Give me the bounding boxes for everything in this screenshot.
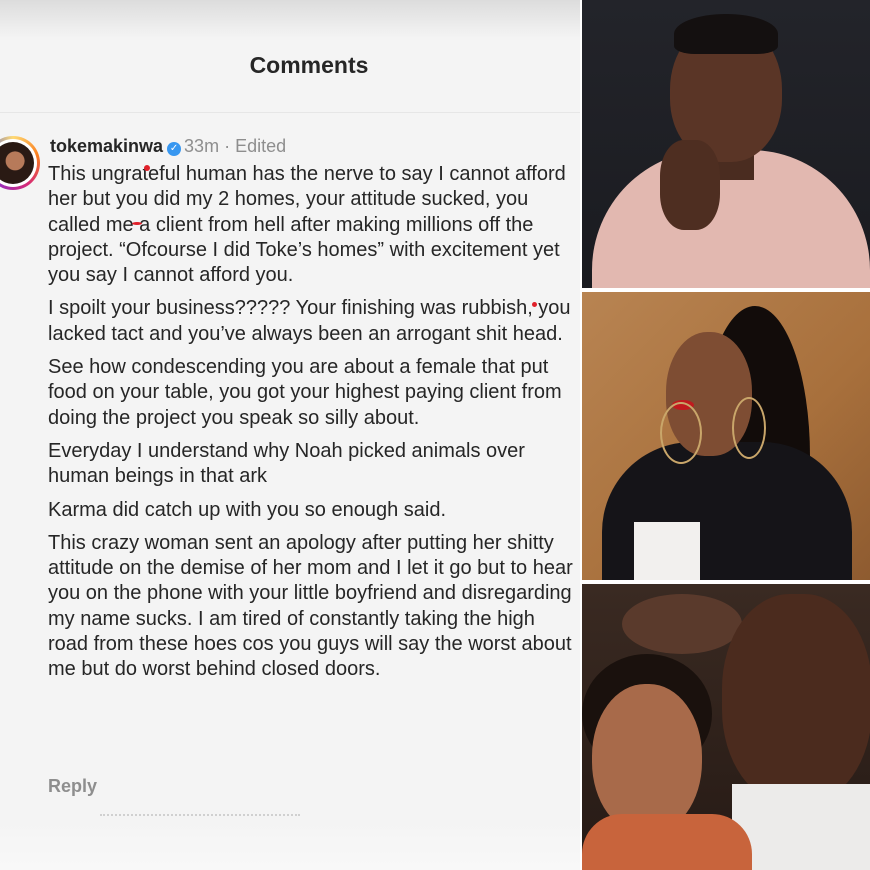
photo-woman-face xyxy=(592,684,702,834)
comment-paragraph: Everyday I understand why Noah picked an… xyxy=(48,439,525,488)
comment-paragraph: See how condescending you are about a fe… xyxy=(48,356,562,429)
username-link[interactable]: tokemakinwa xyxy=(50,136,163,156)
reply-button[interactable]: Reply xyxy=(48,776,97,797)
photo-hair xyxy=(674,14,778,54)
photo-woman-black-blazer xyxy=(582,292,870,580)
photo-man-shirt xyxy=(732,784,870,870)
comment-paragraph: I spoilt your business????? Your finishi… xyxy=(48,297,571,345)
comment-paragraph: This ungrateful human has the nerve to s… xyxy=(48,163,566,287)
red-annotation-mark xyxy=(532,302,537,307)
photo-man-head xyxy=(722,594,870,804)
photo-background-lamp xyxy=(622,594,742,654)
photo-couple-selfie xyxy=(582,584,870,870)
photo-earring xyxy=(660,402,702,464)
comment-paragraph: Karma did catch up with you so enough sa… xyxy=(48,498,447,521)
header-divider xyxy=(0,112,580,113)
avatar[interactable] xyxy=(0,136,40,190)
verified-badge-icon: ✓ xyxy=(167,142,182,156)
photo-hand xyxy=(660,140,720,230)
comment-meta: tokemakinwa ✓ 33m · Edited xyxy=(50,136,287,156)
bottom-fade xyxy=(0,820,580,870)
red-annotation-mark xyxy=(144,165,150,171)
photo-shirt xyxy=(634,522,700,580)
avatar-photo xyxy=(0,142,34,184)
comments-panel: Comments tokemakinwa ✓ 33m · Edited This u… xyxy=(0,0,580,870)
photo-woman-dress xyxy=(582,814,752,870)
comment-paragraph: This crazy woman sent an apology after p… xyxy=(48,531,573,681)
photo-man-pink-sweater xyxy=(582,0,870,288)
photo-earring xyxy=(732,397,766,459)
page-title: Comments xyxy=(249,52,369,78)
comment-time: 33m xyxy=(184,136,220,156)
avatar-ring-inner xyxy=(0,139,37,187)
comment-body: This ungrateful human has the nerve to s… xyxy=(48,162,576,691)
top-strip xyxy=(0,0,580,38)
edited-label: Edited xyxy=(235,136,287,156)
red-annotation-mark xyxy=(132,222,142,225)
